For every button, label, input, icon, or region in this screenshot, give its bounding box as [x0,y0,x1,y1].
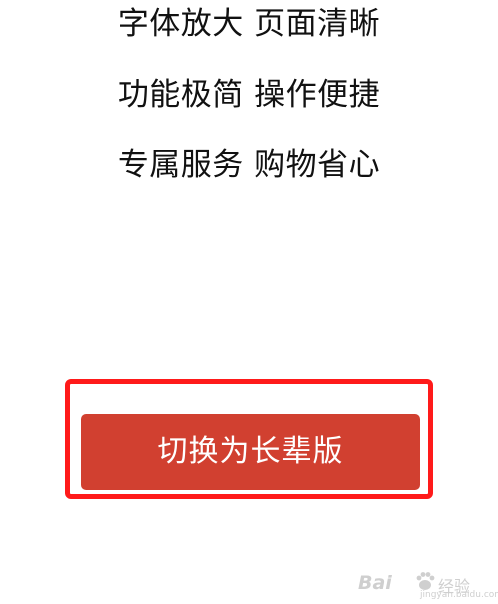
switch-to-elder-mode-button[interactable]: 切换为长辈版 [81,414,420,490]
elder-mode-page: 字体放大 页面清晰 功能极简 操作便捷 专属服务 购物省心 切换为长辈版 Bai… [0,0,498,604]
paw-icon [414,570,436,592]
watermark-brand: Bai [358,572,392,594]
feature-line-font-enlarge: 字体放大 页面清晰 [117,6,381,42]
watermark-url: jingyan.baidu.com [420,590,498,600]
feature-line-simple-function: 功能极简 操作便捷 [117,77,381,113]
feature-line-exclusive-service: 专属服务 购物省心 [117,147,381,183]
baidu-jingyan-watermark: Bai 经验 jingyan.baidu.com [358,570,498,600]
